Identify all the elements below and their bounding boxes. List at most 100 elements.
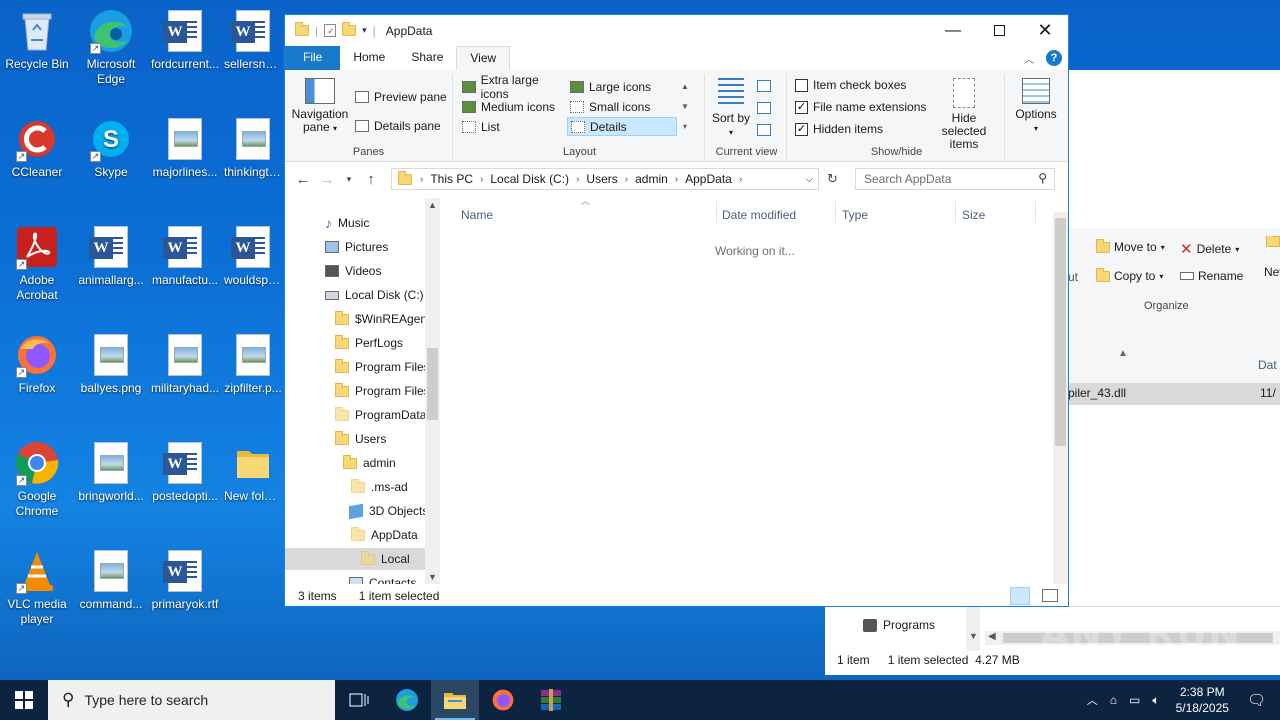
desktop-icon-new-folder[interactable]: New folde... <box>222 440 284 504</box>
help-icon[interactable]: ? <box>1046 50 1062 66</box>
move-to-button[interactable]: Move to ▾ <box>1096 238 1165 254</box>
desktop-icon-file[interactable]: militaryhad... <box>148 332 222 396</box>
tab-home[interactable]: Home <box>340 46 398 70</box>
nav-item-local-disk[interactable]: Local Disk (C:) <box>325 284 424 306</box>
desktop-icon-file[interactable]: command... <box>74 548 148 612</box>
group-by-icon[interactable] <box>757 80 771 92</box>
sort-by-button[interactable]: Sort by ▾ <box>711 78 751 139</box>
breadcrumb-item[interactable]: Local Disk (C:) <box>485 172 574 186</box>
copy-to-button[interactable]: Copy to ▾ <box>1096 267 1163 283</box>
layout-extra-large-icons[interactable]: Extra large icons <box>459 73 567 101</box>
column-header-size[interactable]: Size <box>962 208 985 222</box>
desktop-icon-file[interactable]: zipfilter.p... <box>222 332 284 396</box>
column-header-date-modified[interactable]: Date modified <box>722 208 796 222</box>
taskbar-edge[interactable] <box>383 680 431 720</box>
desktop-icon-file[interactable]: W fordcurrent... <box>148 8 222 72</box>
forward-arrow-icon[interactable]: → <box>315 171 339 188</box>
maximize-button[interactable] <box>976 15 1022 46</box>
new-folder-icon[interactable] <box>342 22 357 36</box>
nav-item-music[interactable]: ♪ Music <box>325 212 369 234</box>
desktop-icon-file[interactable]: bringworld... <box>74 440 148 504</box>
desktop-icon-file[interactable]: W sellersnam... <box>222 8 284 72</box>
scroll-down-icon[interactable]: ▼ <box>428 572 437 582</box>
nav-item-folder[interactable]: Program Files <box>335 356 430 378</box>
breadcrumb-item[interactable]: admin <box>630 172 673 186</box>
task-view-button[interactable] <box>335 680 383 720</box>
nav-item-folder[interactable]: .ms-ad <box>351 476 408 498</box>
column-header-name[interactable]: Name <box>461 208 493 222</box>
clock[interactable]: 2:38 PM 5/18/2025 <box>1166 684 1239 716</box>
file-list-scrollbar[interactable] <box>1053 212 1068 584</box>
nav-item-folder[interactable]: AppData <box>351 524 418 546</box>
taskbar-firefox[interactable] <box>479 680 527 720</box>
large-icons-view-icon[interactable] <box>1042 589 1058 602</box>
up-arrow-icon[interactable]: ↑ <box>359 171 383 188</box>
layout-list[interactable]: List <box>459 117 567 136</box>
table-row[interactable]: piler_43.dll 11/ <box>1068 383 1280 405</box>
tab-file[interactable]: File <box>285 46 341 70</box>
close-button[interactable]: ✕ <box>1022 15 1068 46</box>
desktop-icon-ccleaner[interactable]: ↗ CCleaner <box>0 116 74 180</box>
preview-pane-button[interactable]: Preview pane <box>355 90 447 104</box>
nav-item-folder[interactable]: $WinREAgent <box>335 308 430 330</box>
hidden-items-toggle[interactable]: ✓ Hidden items <box>795 122 883 136</box>
add-columns-icon[interactable] <box>757 102 771 114</box>
desktop-icon-recycle-bin[interactable]: Recycle Bin <box>0 8 74 72</box>
breadcrumb-item[interactable]: AppData <box>680 172 737 186</box>
tab-view[interactable]: View <box>456 46 511 70</box>
volume-icon[interactable]: 🔈︎ <box>1146 693 1165 708</box>
ethernet-icon[interactable]: ▭ <box>1123 693 1146 707</box>
search-input[interactable]: Search AppData ⚲ <box>855 168 1055 190</box>
desktop-icon-skype[interactable]: S ↗ Skype <box>74 116 148 180</box>
details-pane-button[interactable]: Details pane <box>355 119 441 133</box>
taskbar-winrar[interactable] <box>527 680 575 720</box>
breadcrumb-item[interactable]: Users <box>581 172 622 186</box>
layout-large-icons[interactable]: Large icons <box>567 77 677 96</box>
properties-icon[interactable]: ✓ <box>324 24 337 37</box>
nav-item-local-selected[interactable]: Local <box>285 548 425 570</box>
nav-item-videos[interactable]: Videos <box>325 260 381 282</box>
address-bar[interactable]: › This PC › Local Disk (C:) › Users › ad… <box>391 168 819 190</box>
details-view-icon[interactable] <box>1010 587 1030 605</box>
desktop-icon-file[interactable]: W postedopti... <box>148 440 222 504</box>
tab-share[interactable]: Share <box>398 46 456 70</box>
item-check-boxes-toggle[interactable]: Item check boxes <box>795 78 906 92</box>
desktop-icon-vlc[interactable]: ↗ VLC media player <box>0 548 74 627</box>
address-dropdown-icon[interactable]: ⌵ <box>800 174 818 185</box>
options-button[interactable]: Options ▾ <box>1011 78 1061 135</box>
recent-locations-icon[interactable]: ▾ <box>339 174 359 185</box>
collapse-ribbon-icon[interactable]: ︿ <box>1024 51 1034 66</box>
nav-item-contacts[interactable]: Contacts <box>349 572 416 584</box>
nav-item-programs[interactable]: Programs <box>863 618 935 632</box>
show-hidden-icons-icon[interactable]: ︿ <box>1081 692 1104 708</box>
bg-column-header[interactable]: Dat <box>1258 358 1277 372</box>
nav-item-folder[interactable]: ProgramData <box>335 404 426 426</box>
desktop-icon-file[interactable]: W primaryok.rtf <box>148 548 222 612</box>
bg-scrollbar[interactable]: ▼ <box>966 607 980 651</box>
desktop-icon-file[interactable]: majorlines... <box>148 116 222 180</box>
desktop-icon-adobe-acrobat[interactable]: ↗ Adobe Acrobat <box>0 224 74 303</box>
notifications-icon[interactable]: 🗨︎ <box>1239 691 1280 709</box>
nav-item-folder[interactable]: PerfLogs <box>335 332 403 354</box>
nav-item-3d-objects[interactable]: 3D Objects <box>349 500 428 522</box>
title-bar[interactable]: | ✓ ▾ | AppData — ✕ <box>285 15 1068 46</box>
delete-button[interactable]: ✕ Delete ▾ <box>1180 240 1239 258</box>
taskbar-file-explorer[interactable] <box>431 680 479 720</box>
breadcrumb-item[interactable]: This PC <box>425 172 478 186</box>
taskbar-search-box[interactable]: ⚲ Type here to search <box>48 680 335 720</box>
scrollbar-thumb[interactable] <box>427 348 438 420</box>
desktop-icon-file[interactable]: W animallarg... <box>74 224 148 288</box>
refresh-icon[interactable]: ↻ <box>827 171 838 187</box>
network-icon[interactable]: ⌂ <box>1104 693 1123 707</box>
desktop-icon-file[interactable]: thinkingtw... <box>222 116 284 180</box>
file-name-extensions-toggle[interactable]: ✓ File name extensions <box>795 100 926 114</box>
nav-item-pictures[interactable]: Pictures <box>325 236 388 258</box>
column-header-type[interactable]: Type <box>842 208 868 222</box>
desktop-icon-file[interactable]: W wouldspe... <box>222 224 284 288</box>
minimize-button[interactable]: — <box>930 15 976 46</box>
desktop-icon-google-chrome[interactable]: ↗ Google Chrome <box>0 440 74 519</box>
desktop-icon-edge[interactable]: ↗ Microsoft Edge <box>74 8 148 87</box>
nav-pane-scrollbar[interactable]: ▲ ▼ <box>425 198 440 584</box>
desktop-icon-file[interactable]: W manufactu... <box>148 224 222 288</box>
nav-item-folder[interactable]: admin <box>343 452 396 474</box>
